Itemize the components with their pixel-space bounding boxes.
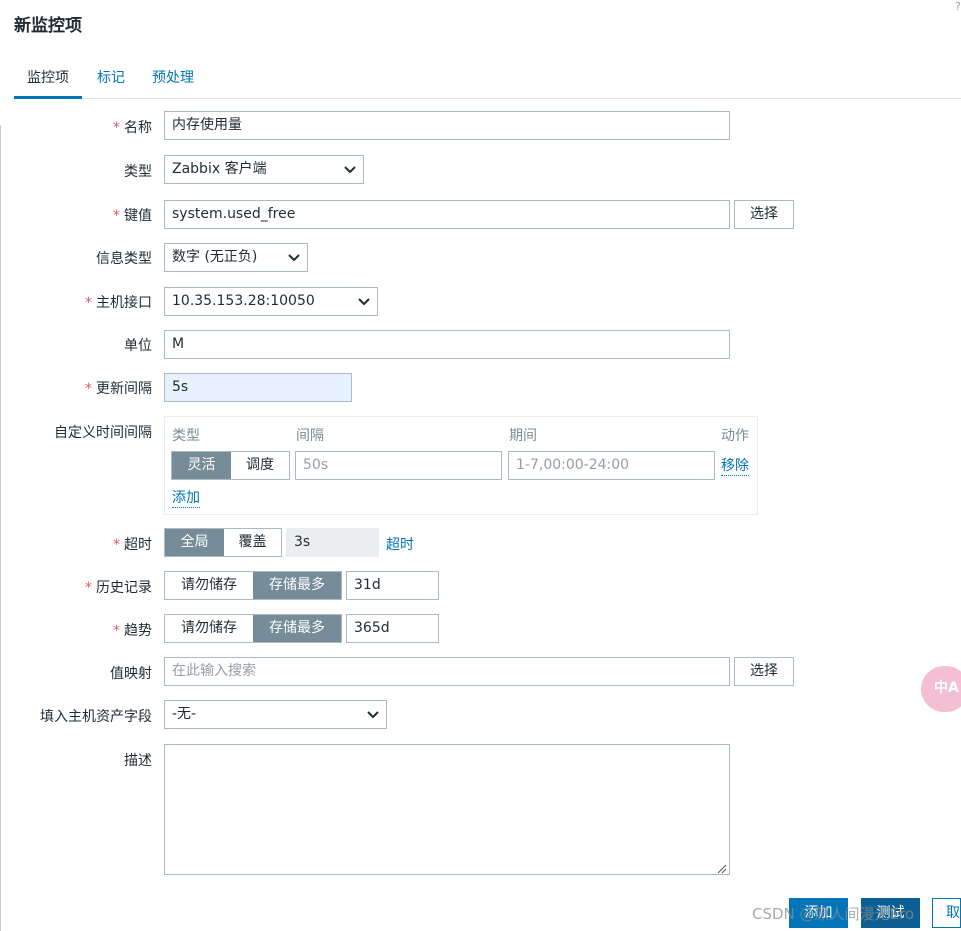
update-interval-label: * 更新间隔	[85, 381, 152, 397]
inventory-value: -无-	[172, 706, 197, 722]
timeout-input: 3s	[286, 528, 379, 557]
info-type-label: 信息类型	[96, 251, 152, 267]
inventory-select[interactable]: -无-	[164, 700, 387, 729]
translate-icon: 中A	[934, 680, 959, 696]
custom-intervals-label: 自定义时间间隔	[54, 425, 152, 441]
timeout-global[interactable]: 全局	[165, 529, 224, 556]
tab-item[interactable]: 监控项	[14, 68, 82, 99]
custom-intervals-table: 类型 间隔 期间 动作 灵活 调度 50s 1-7,00:00-24:00 移除…	[164, 416, 758, 515]
trends-toggle[interactable]: 请勿储存 存储最多	[164, 614, 342, 643]
history-input[interactable]: 31d	[346, 571, 439, 600]
type-select[interactable]: Zabbix 客户端	[164, 155, 364, 184]
history-label: * 历史记录	[85, 580, 152, 596]
timeout-label: * 超时	[113, 537, 152, 553]
cancel-button[interactable]: 取	[932, 898, 961, 928]
trends-input[interactable]: 365d	[346, 614, 439, 643]
history-toggle[interactable]: 请勿储存 存储最多	[164, 571, 342, 600]
trends-label: * 趋势	[113, 623, 152, 639]
type-label: 类型	[124, 164, 152, 180]
units-label: 单位	[124, 338, 152, 354]
key-label: * 键值	[113, 208, 152, 224]
resize-grip-icon[interactable]	[717, 862, 727, 874]
tab-bar: 监控项 标记 预处理	[14, 68, 961, 99]
left-border	[0, 125, 1, 931]
valuemap-label: 值映射	[110, 666, 152, 682]
info-type-value: 数字 (无正负)	[172, 249, 258, 265]
key-input[interactable]: system.used_free	[164, 200, 730, 229]
valuemap-search-input[interactable]: 在此输入搜索	[164, 657, 730, 686]
watermark: CSDN @原人间漫无Ero	[752, 905, 915, 923]
interval-type-scheduling[interactable]: 调度	[231, 452, 289, 479]
description-label: 描述	[124, 753, 152, 769]
type-select-value: Zabbix 客户端	[172, 161, 267, 177]
dialog-title: 新监控项	[14, 16, 82, 36]
description-textarea[interactable]	[164, 744, 730, 875]
period-input[interactable]: 1-7,00:00-24:00	[508, 451, 715, 480]
timeout-toggle[interactable]: 全局 覆盖	[164, 528, 282, 557]
chevron-down-icon	[343, 156, 357, 183]
info-type-select[interactable]: 数字 (无正负)	[164, 243, 308, 272]
chevron-down-icon	[357, 288, 371, 315]
remove-interval-link[interactable]: 移除	[721, 457, 749, 476]
tab-tags[interactable]: 标记	[97, 68, 125, 98]
name-label: * 名称	[113, 120, 152, 136]
timeout-override[interactable]: 覆盖	[224, 529, 281, 556]
inventory-label: 填入主机资产字段	[40, 709, 152, 725]
interval-type-flexible[interactable]: 灵活	[172, 452, 231, 479]
interval-input[interactable]: 50s	[295, 451, 502, 480]
interface-label: * 主机接口	[85, 295, 152, 311]
name-input[interactable]: 内存使用量	[164, 111, 730, 140]
valuemap-select-button[interactable]: 选择	[734, 657, 794, 686]
custom-intervals-header-interval: 间隔	[296, 428, 324, 444]
chevron-down-icon	[366, 701, 380, 728]
add-interval-link[interactable]: 添加	[172, 489, 200, 508]
translate-fab[interactable]: 中A	[921, 666, 961, 712]
trends-store-up-to[interactable]: 存储最多	[253, 615, 341, 642]
tab-preprocessing[interactable]: 预处理	[152, 68, 194, 98]
interval-type-toggle[interactable]: 灵活 调度	[171, 451, 290, 480]
custom-intervals-header-period: 期间	[509, 428, 537, 444]
interface-select[interactable]: 10.35.153.28:10050	[164, 287, 378, 316]
chevron-down-icon	[287, 244, 301, 271]
trends-do-not-store[interactable]: 请勿储存	[165, 615, 253, 642]
history-store-up-to[interactable]: 存储最多	[253, 572, 341, 599]
custom-intervals-header-action: 动作	[721, 428, 749, 444]
custom-intervals-header-type: 类型	[172, 428, 200, 444]
key-select-button[interactable]: 选择	[734, 200, 794, 229]
history-do-not-store[interactable]: 请勿储存	[165, 572, 253, 599]
timeout-link[interactable]: 超时	[386, 534, 414, 554]
interface-value: 10.35.153.28:10050	[172, 293, 315, 309]
units-input[interactable]: M	[164, 330, 730, 359]
update-interval-input[interactable]: 5s	[164, 373, 352, 402]
help-icon[interactable]: ?	[955, 0, 961, 13]
